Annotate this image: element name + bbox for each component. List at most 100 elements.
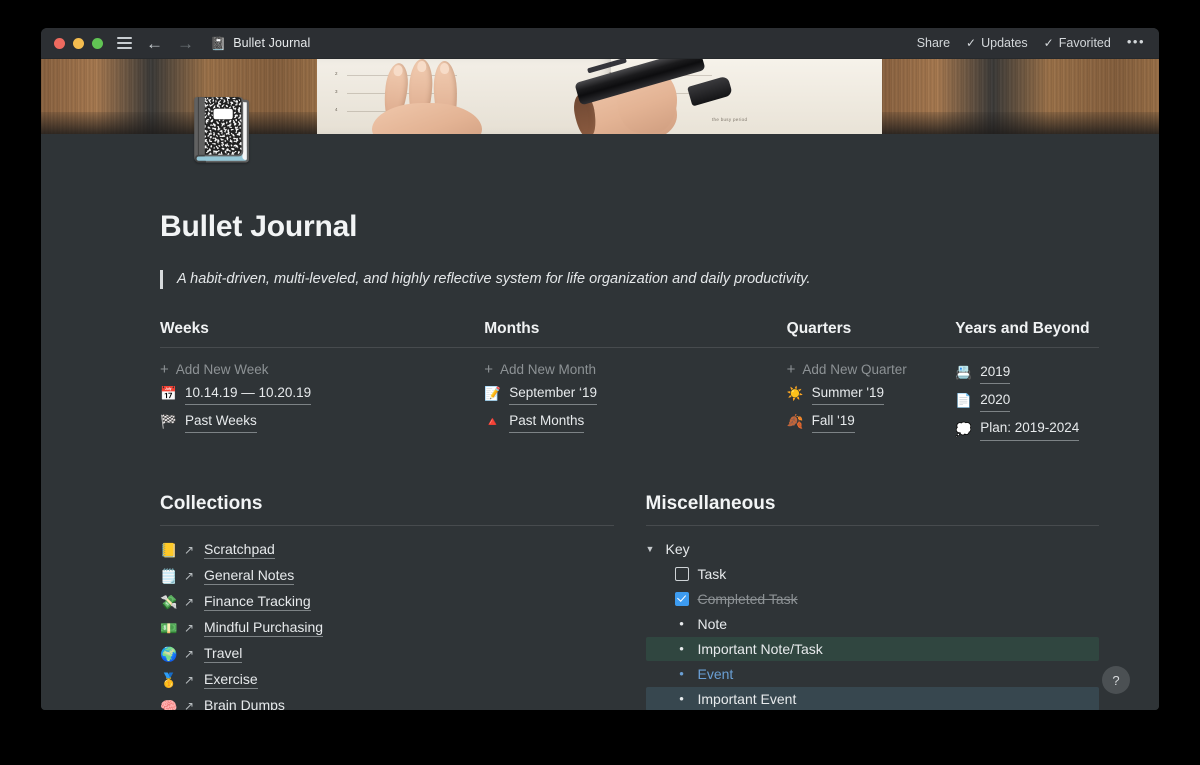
list-item[interactable]: 🔺 Past Months (484, 408, 786, 436)
titlebar-actions: Share ✓ Updates ✓ Favorited ••• (917, 34, 1145, 52)
window-titlebar: ← → 📓 Bullet Journal Share ✓ Updates ✓ F… (41, 28, 1159, 59)
key-item-event[interactable]: • Event (646, 662, 1100, 686)
sun-icon: ☀️ (786, 386, 804, 402)
share-button[interactable]: Share (917, 36, 950, 50)
fallen-leaf-icon: 🍂 (786, 414, 804, 430)
external-link-icon: ↗ (184, 594, 195, 609)
list-item[interactable]: 📒 ↗ Scratchpad (160, 537, 614, 563)
page-icon-notebook-icon[interactable]: 📓 (183, 100, 260, 162)
maximize-window-button[interactable] (92, 37, 103, 49)
notepad-icon: 🗒️ (160, 567, 178, 584)
add-new-week-button[interactable]: + Add New Week (160, 359, 484, 380)
cover-wood-left (41, 59, 317, 134)
add-new-quarter-button[interactable]: + Add New Quarter (787, 359, 956, 380)
toggle-key-label: Key (665, 540, 690, 557)
list-item-label: Fall '19 (811, 411, 855, 434)
back-arrow-icon[interactable]: ← (146, 35, 163, 52)
section-divider (645, 524, 1099, 526)
column-months: Months + Add New Month 📝 September ‘19 🔺… (484, 320, 787, 444)
plus-icon: + (160, 360, 169, 378)
more-options-icon[interactable]: ••• (1127, 34, 1145, 52)
external-link-icon: ↗ (184, 646, 195, 661)
updates-button[interactable]: ✓ Updates (966, 36, 1028, 50)
close-window-button[interactable] (54, 37, 65, 49)
cover-journal-photo: 2 3 4 2 3 WINS: the busy period (317, 59, 882, 134)
check-icon: ✓ (966, 36, 977, 50)
key-item-label: Important Note/Task (697, 640, 823, 657)
list-item[interactable]: ☀️ Summer '19 (787, 380, 956, 408)
list-item[interactable]: 💵 ↗ Mindful Purchasing (160, 615, 614, 641)
plus-icon: + (786, 360, 796, 378)
list-item[interactable]: 🍂 Fall '19 (787, 408, 956, 436)
list-item[interactable]: 📅 10.14.19 — 10.20.19 (160, 380, 484, 408)
external-link-icon: ↗ (184, 542, 195, 557)
list-item[interactable]: 🥇 ↗ Exercise (160, 667, 614, 693)
favorited-button[interactable]: ✓ Favorited (1044, 36, 1111, 50)
list-item[interactable]: 📇 2019 (955, 359, 1099, 387)
checkered-flag-icon: 🏁 (160, 414, 177, 430)
calendar-icon: 📅 (160, 386, 177, 402)
thought-balloon-icon: 💭 (955, 421, 973, 437)
list-item[interactable]: 💭 Plan: 2019-2024 (955, 415, 1099, 443)
globe-icon: 🌍 (160, 645, 178, 662)
list-item[interactable]: 📄 2020 (955, 387, 1099, 415)
list-item-label: 2020 (980, 390, 1011, 413)
list-item-label: September ‘19 (509, 383, 598, 406)
card-index-icon: 📇 (955, 365, 973, 381)
minimize-window-button[interactable] (73, 37, 84, 49)
money-with-wings-icon: 💸 (160, 593, 178, 610)
list-item[interactable]: 🌍 ↗ Travel (160, 641, 614, 667)
sidebar-toggle-button[interactable] (117, 37, 132, 49)
section-divider (160, 524, 614, 526)
check-icon: ✓ (1043, 36, 1054, 50)
page-quote[interactable]: A habit-driven, multi-leveled, and highl… (160, 270, 1099, 289)
key-item-label: Note (697, 615, 728, 632)
period-columns: Weeks + Add New Week 📅 10.14.19 — 10.20.… (160, 320, 1099, 444)
updates-label: Updates (981, 36, 1028, 50)
cover-wood-right (882, 59, 1159, 134)
chevron-down-icon[interactable]: ▼ (646, 544, 656, 554)
page-title[interactable]: Bullet Journal (160, 134, 1099, 244)
bullet-icon: • (679, 666, 684, 682)
brain-icon: 🧠 (160, 697, 178, 710)
section-heading-collections: Collections (160, 492, 263, 514)
breadcrumb[interactable]: 📓 Bullet Journal (210, 36, 310, 50)
key-item-label: Task (697, 565, 727, 582)
external-link-icon: ↗ (184, 620, 195, 635)
list-item-label: Brain Dumps (204, 697, 285, 710)
forward-arrow-icon[interactable]: → (177, 35, 194, 52)
key-item-important-note-task[interactable]: • Important Note/Task (645, 636, 1099, 661)
section-miscellaneous: Miscellaneous ▼ Key Task Completed Task (645, 492, 1100, 710)
list-item[interactable]: 🏁 Past Weeks (160, 408, 484, 436)
list-item[interactable]: 🧠 ↗ Brain Dumps (160, 693, 614, 710)
column-heading-years: Years and Beyond (955, 319, 1090, 337)
toggle-key[interactable]: ▼ Key (646, 537, 1100, 561)
list-item-label: Plan: 2019-2024 (980, 418, 1080, 441)
bullet-icon: • (679, 691, 684, 707)
list-item[interactable]: 💸 ↗ Finance Tracking (160, 589, 614, 615)
page-body: Bullet Journal A habit-driven, multi-lev… (41, 134, 1159, 710)
key-item-label: Completed Task (697, 590, 798, 607)
list-item-label: Scratchpad (204, 540, 275, 559)
hamburger-icon (117, 37, 132, 49)
column-years-and-beyond: Years and Beyond 📇 2019 📄 2020 💭 Plan: 2… (955, 320, 1099, 444)
add-new-month-button[interactable]: + Add New Month (484, 359, 786, 380)
help-button[interactable]: ? (1102, 666, 1130, 694)
checkbox-checked-icon[interactable] (674, 591, 689, 606)
external-link-icon: ↗ (184, 672, 195, 687)
list-item-label: General Notes (204, 566, 295, 585)
key-item-task[interactable]: Task (646, 562, 1100, 586)
key-item-note[interactable]: • Note (646, 612, 1100, 636)
list-item[interactable]: 🗒️ ↗ General Notes (160, 563, 614, 589)
column-heading-weeks: Weeks (160, 319, 209, 337)
share-label: Share (916, 36, 951, 50)
checkbox-unchecked-icon[interactable] (674, 566, 689, 581)
key-item-important-event[interactable]: • Important Event (645, 686, 1099, 710)
plus-icon: + (484, 360, 493, 378)
column-divider (160, 346, 485, 348)
key-item-completed-task[interactable]: Completed Task (646, 587, 1100, 611)
section-heading-miscellaneous: Miscellaneous (645, 492, 776, 514)
list-item[interactable]: 📝 September ‘19 (484, 380, 786, 408)
key-item-label: Important Event (697, 690, 797, 707)
list-item-label: Finance Tracking (204, 592, 311, 611)
